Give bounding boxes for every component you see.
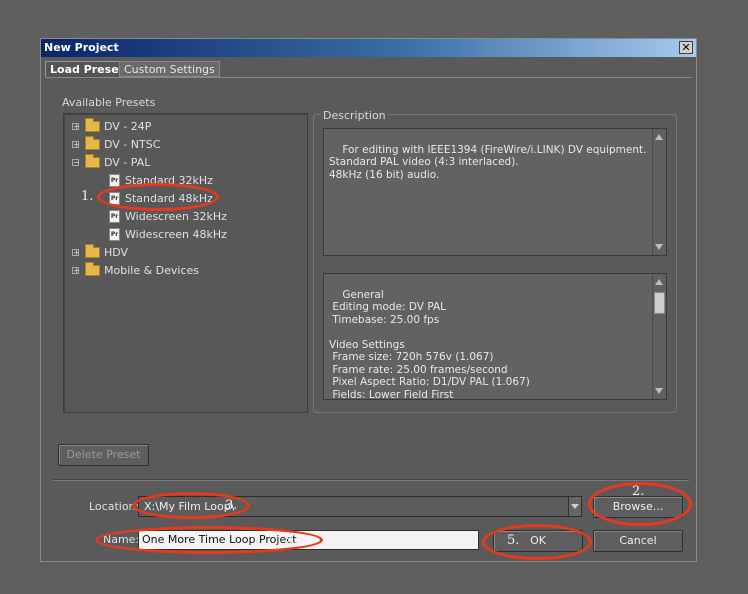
description-label: Description	[321, 109, 388, 122]
chevron-down-icon[interactable]	[568, 497, 581, 516]
description-details[interactable]: General Editing mode: DV PAL Timebase: 2…	[323, 273, 667, 401]
tree-item-dv-pal[interactable]: − DV - PAL	[72, 153, 151, 170]
annotation-step-4: 4.	[285, 533, 298, 548]
tree-item-label: Widescreen 48kHz	[125, 227, 227, 241]
available-presets-label: Available Presets	[62, 96, 156, 109]
title-bar[interactable]: New Project ✕	[41, 39, 696, 57]
tree-item-mobile-devices[interactable]: + Mobile & Devices	[72, 261, 200, 278]
folder-icon	[85, 135, 100, 150]
expand-icon[interactable]: +	[72, 266, 80, 274]
tab-custom-settings[interactable]: Custom Settings	[119, 61, 220, 77]
premiere-file-icon: Pr	[109, 209, 120, 223]
tree-item-widescreen-48khz[interactable]: Pr Widescreen 48kHz	[109, 226, 227, 242]
tree-item-label: DV - PAL	[104, 155, 151, 169]
cancel-button[interactable]: Cancel	[593, 530, 683, 552]
scroll-thumb[interactable]	[654, 292, 665, 314]
scroll-down-icon[interactable]	[655, 244, 663, 250]
tab-load-preset[interactable]: Load Preset	[45, 61, 129, 77]
tree-item-label: Mobile & Devices	[104, 263, 200, 277]
tree-item-dv-24p[interactable]: + DV - 24P	[72, 117, 152, 134]
tree-item-label: DV - NTSC	[104, 137, 161, 151]
description-summary-text: For editing with IEEE1394 (FireWire/i.LI…	[329, 143, 647, 181]
summary-scrollbar[interactable]	[652, 129, 666, 255]
close-button[interactable]: ✕	[679, 41, 693, 54]
tree-item-label: HDV	[104, 245, 129, 259]
delete-preset-button[interactable]: Delete Preset	[58, 444, 149, 466]
folder-icon	[85, 261, 100, 276]
collapse-icon[interactable]: −	[72, 158, 80, 166]
details-scrollbar[interactable]	[652, 274, 666, 399]
premiere-file-icon: Pr	[109, 173, 120, 187]
description-details-text: General Editing mode: DV PAL Timebase: 2…	[329, 288, 530, 401]
premiere-file-icon: Pr	[109, 227, 120, 241]
new-project-dialog: New Project ✕ Load Preset Custom Setting…	[40, 38, 697, 562]
folder-icon	[85, 117, 100, 132]
tree-item-dv-ntsc[interactable]: + DV - NTSC	[72, 135, 161, 152]
folder-icon	[85, 243, 100, 258]
expand-icon[interactable]: +	[72, 248, 80, 256]
annotation-step-1: 1.	[81, 189, 94, 204]
divider	[53, 479, 689, 481]
annotation-step-2: 2.	[632, 484, 645, 499]
scroll-up-icon[interactable]	[655, 134, 663, 140]
dialog-title: New Project	[44, 41, 119, 54]
tree-item-hdv[interactable]: + HDV	[72, 243, 129, 260]
close-icon: ✕	[681, 41, 691, 54]
annotation-circle-5	[482, 524, 592, 560]
expand-icon[interactable]: +	[72, 140, 80, 148]
tree-item-label: DV - 24P	[104, 119, 152, 133]
folder-icon	[85, 153, 100, 168]
presets-tree[interactable]: + DV - 24P + DV - NTSC − DV - PAL Pr Sta…	[63, 113, 308, 413]
annotation-circle-1	[97, 183, 219, 211]
scroll-up-icon[interactable]	[655, 279, 663, 285]
expand-icon[interactable]: +	[72, 122, 80, 130]
annotation-step-5: 5.	[507, 533, 520, 548]
tree-item-label: Widescreen 32kHz	[125, 209, 227, 223]
description-summary[interactable]: For editing with IEEE1394 (FireWire/i.LI…	[323, 128, 667, 256]
scroll-down-icon[interactable]	[655, 388, 663, 394]
annotation-step-3: 3.	[225, 498, 238, 513]
